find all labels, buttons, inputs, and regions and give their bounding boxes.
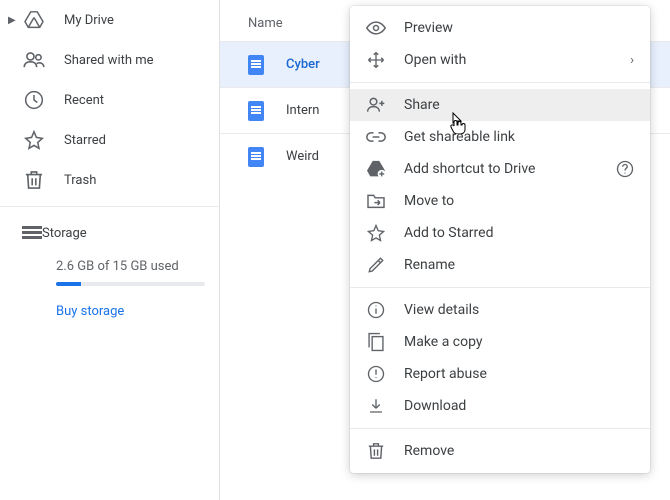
menu-item-label: Report abuse [404, 366, 487, 382]
menu-item-label: Share [404, 97, 440, 113]
menu-item-get-shareable-link[interactable]: Get shareable link [350, 121, 650, 153]
menu-item-label: Open with [404, 52, 466, 68]
menu-item-rename[interactable]: Rename [350, 249, 650, 281]
menu-item-label: Make a copy [404, 334, 483, 350]
menu-item-label: Add shortcut to Drive [404, 161, 535, 177]
docs-icon [248, 55, 268, 75]
storage-usage-text: 2.6 GB of 15 GB used [0, 253, 219, 280]
menu-item-preview[interactable]: Preview [350, 12, 650, 44]
sidebar-item-starred[interactable]: Starred [0, 120, 219, 160]
sidebar-item-recent[interactable]: Recent [0, 80, 219, 120]
people-icon [22, 48, 46, 72]
star-icon [22, 128, 46, 152]
menu-divider [350, 428, 650, 429]
file-name: Cyber [286, 57, 320, 72]
drive-add-icon [366, 159, 386, 179]
eye-icon [366, 18, 386, 38]
sidebar: ▶ My Drive Shared with me Recent Starred… [0, 0, 220, 500]
sidebar-item-trash[interactable]: Trash [0, 160, 219, 200]
sidebar-item-label: Shared with me [64, 53, 154, 68]
docs-icon [248, 101, 268, 121]
sidebar-item-storage[interactable]: Storage [0, 213, 219, 253]
sidebar-divider [0, 206, 219, 207]
menu-item-move-to[interactable]: Move to [350, 185, 650, 217]
chevron-right-icon: › [630, 53, 634, 68]
help-icon[interactable] [616, 160, 634, 178]
buy-storage-link[interactable]: Buy storage [0, 286, 219, 319]
menu-item-open-with[interactable]: Open with › [350, 44, 650, 76]
sidebar-item-my-drive[interactable]: ▶ My Drive [0, 0, 219, 40]
sidebar-item-shared[interactable]: Shared with me [0, 40, 219, 80]
star-icon [366, 223, 386, 243]
menu-item-label: Get shareable link [404, 129, 515, 145]
menu-item-label: Move to [404, 193, 454, 209]
file-name: Weird [286, 149, 319, 164]
menu-item-view-details[interactable]: View details [350, 294, 650, 326]
report-icon [366, 364, 386, 384]
docs-icon [248, 147, 268, 167]
link-icon [366, 127, 386, 147]
context-menu: Preview Open with › Share Get shareable link… [350, 6, 650, 473]
folder-arrow-icon [366, 191, 386, 211]
menu-item-label: Download [404, 398, 466, 414]
storage-icon [22, 226, 42, 240]
move-arrows-icon [366, 50, 386, 70]
menu-item-label: Add to Starred [404, 225, 493, 241]
menu-item-label: Preview [404, 20, 453, 36]
menu-item-add-to-starred[interactable]: Add to Starred [350, 217, 650, 249]
menu-item-remove[interactable]: Remove [350, 435, 650, 467]
expand-caret-icon: ▶ [8, 15, 22, 26]
trash-icon [366, 441, 386, 461]
menu-item-report-abuse[interactable]: Report abuse [350, 358, 650, 390]
sidebar-item-label: My Drive [64, 13, 114, 28]
sidebar-item-label: Trash [64, 173, 96, 188]
menu-item-make-a-copy[interactable]: Make a copy [350, 326, 650, 358]
menu-item-download[interactable]: Download [350, 390, 650, 422]
menu-item-add-shortcut-to-drive[interactable]: Add shortcut to Drive [350, 153, 650, 185]
storage-label: Storage [42, 226, 87, 241]
menu-item-label: Rename [404, 257, 455, 273]
menu-divider [350, 287, 650, 288]
menu-item-share[interactable]: Share [350, 89, 650, 121]
sidebar-item-label: Recent [64, 93, 104, 108]
sidebar-item-label: Starred [64, 133, 106, 148]
copy-icon [366, 332, 386, 352]
menu-divider [350, 82, 650, 83]
drive-icon [22, 8, 46, 32]
pencil-icon [366, 255, 386, 275]
menu-item-label: View details [404, 302, 479, 318]
menu-item-label: Remove [404, 443, 454, 459]
download-icon [366, 396, 386, 416]
info-icon [366, 300, 386, 320]
clock-icon [22, 88, 46, 112]
person-add-icon [366, 95, 386, 115]
trash-icon [22, 168, 46, 192]
file-name: Intern [286, 103, 319, 118]
